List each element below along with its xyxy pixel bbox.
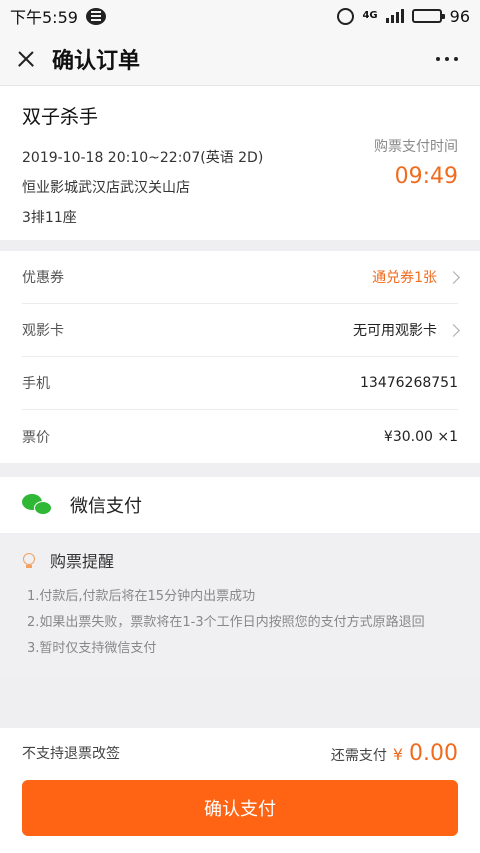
- more-icon[interactable]: [436, 57, 458, 61]
- phone-value: 13476268751: [360, 375, 458, 391]
- battery-level: 96: [449, 6, 470, 26]
- notice-title: 购票提醒: [50, 552, 115, 571]
- amount-due-label: 还需支付: [330, 747, 387, 764]
- chevron-right-icon: [447, 270, 460, 284]
- price-label: 票价: [22, 429, 50, 446]
- alarm-icon: [337, 7, 355, 25]
- payment-method-row[interactable]: 微信支付: [0, 477, 480, 533]
- countdown-timer: 09:49: [394, 164, 458, 189]
- checkout-footer: 不支持退票改签 还需支付 ¥ 0.00 确认支付: [0, 728, 480, 853]
- wechat-pay-icon: [22, 494, 52, 516]
- price-row: 票价 ¥30.00 ×1: [22, 410, 458, 463]
- purchase-notice: 购票提醒 1.付款后,付款后将在15分钟内出票成功 2.如果出票失败，票款将在1…: [0, 534, 480, 676]
- signal-icon: [385, 9, 404, 23]
- battery-icon: [411, 9, 445, 23]
- timer-label: 购票支付时间: [374, 139, 458, 155]
- amount-due: 0.00: [409, 740, 458, 766]
- page-title: 确认订单: [52, 48, 141, 74]
- coupon-value: 通兑券1张: [372, 270, 437, 286]
- currency-symbol: ¥: [392, 744, 404, 764]
- movie-title: 双子杀手: [22, 106, 99, 128]
- nav-bar: 确认订单: [0, 32, 480, 86]
- status-time: 下午5:59: [10, 8, 78, 27]
- movie-card-value: 无可用观影卡: [353, 323, 437, 339]
- coupon-row[interactable]: 优惠券 通兑券1张: [22, 251, 460, 304]
- payment-method-label: 微信支付: [70, 496, 142, 517]
- coupon-label: 优惠券: [22, 270, 64, 286]
- message-icon: [85, 7, 106, 25]
- notice-item: 1.付款后,付款后将在15分钟内出票成功: [27, 589, 256, 604]
- notice-item: 2.如果出票失败，票款将在1-3个工作日内按照您的支付方式原路退回: [27, 615, 425, 630]
- order-info-list: 优惠券 通兑券1张 观影卡 无可用观影卡 手机 13476268751 票价 ¥…: [0, 251, 480, 463]
- lightbulb-icon: [22, 551, 36, 569]
- order-card: 双子杀手 2019-10-18 20:10~22:07(英语 2D) 恒业影城武…: [0, 86, 480, 240]
- price-value: ¥30.00 ×1: [383, 428, 458, 445]
- movie-card-row[interactable]: 观影卡 无可用观影卡: [22, 304, 460, 357]
- phone-label: 手机: [22, 376, 50, 392]
- phone-row: 手机 13476268751: [22, 357, 458, 410]
- movie-card-label: 观影卡: [22, 323, 64, 339]
- chevron-right-icon: [447, 323, 460, 337]
- status-bar: 下午5:59 4G 96: [0, 0, 480, 32]
- refund-policy-note: 不支持退票改签: [22, 746, 120, 762]
- seat-info: 3排11座: [22, 210, 77, 226]
- close-icon[interactable]: [14, 47, 38, 71]
- confirm-payment-button[interactable]: 确认支付: [22, 780, 458, 836]
- network-type: 4G: [362, 10, 378, 21]
- notice-item: 3.暂时仅支持微信支付: [27, 641, 157, 656]
- cinema-name: 恒业影城武汉店武汉关山店: [22, 180, 190, 196]
